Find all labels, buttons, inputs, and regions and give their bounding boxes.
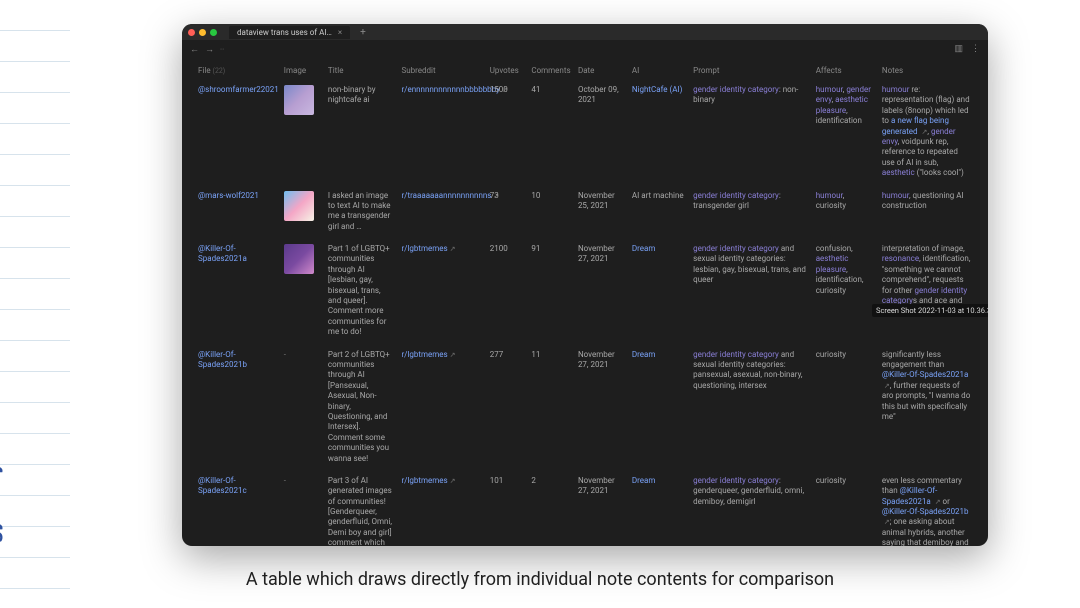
subreddit-link[interactable]: r/lgbtmemes [401, 476, 447, 485]
external-link-icon: ↗ [493, 192, 499, 200]
subreddit-link[interactable]: r/ennnnnnnnnnnnbbbbbbby [401, 85, 499, 94]
affects-cell: humour, curiosity [812, 185, 878, 239]
date-cell: November 27, 2021 [574, 344, 628, 470]
comments-cell: 11 [527, 344, 574, 470]
th-date[interactable]: Date [574, 62, 628, 79]
table-row: @shroomfarmer22021 non-binary by nightca… [194, 79, 976, 185]
minimize-icon[interactable] [199, 29, 206, 36]
th-file[interactable]: File (22) [194, 62, 280, 79]
ai-link[interactable]: Dream [632, 476, 656, 485]
notes-cell: interpretation of image, resonance, iden… [878, 238, 976, 344]
nav-forward-icon[interactable]: → [205, 44, 214, 55]
comments-cell: 41 [527, 79, 574, 185]
subreddit-link[interactable]: r/lgbtmemes [401, 244, 447, 253]
upvotes-cell: 2100 [486, 238, 528, 344]
thumbnail-image[interactable] [284, 85, 314, 115]
title-cell: I asked an image to text AI to make me a… [324, 185, 398, 239]
paper-background [0, 0, 70, 608]
date-cell: November 27, 2021 [574, 470, 628, 546]
notes-cell: even less commentary than @Killer-Of-Spa… [878, 470, 976, 546]
table-header-row: File (22) Image Title Subreddit Upvotes … [194, 62, 976, 79]
notes-cell: humour, questioning AI construction [878, 185, 976, 239]
date-cell: November 25, 2021 [574, 185, 628, 239]
titlebar: dataview trans uses of AI… × + [182, 24, 988, 40]
close-icon[interactable] [188, 29, 195, 36]
th-prompt[interactable]: Prompt [689, 62, 812, 79]
tab-active[interactable]: dataview trans uses of AI… × [229, 26, 350, 39]
nav-back-icon[interactable]: ← [190, 44, 199, 55]
panel-toggle-icon[interactable]: ▥ [954, 44, 963, 54]
title-cell: Part 3 of AI generated images of communi… [324, 470, 398, 546]
no-image: - [284, 350, 286, 359]
affects-cell: confusion, aesthetic pleasure, identific… [812, 238, 878, 344]
upvotes-cell: 101 [486, 470, 528, 546]
short-url-label: rb.gy/294ym [0, 443, 4, 570]
prompt-cell: gender identity category: genderqueer, g… [689, 470, 812, 546]
ai-link[interactable]: Dream [632, 244, 656, 253]
notes-cell: humour re: representation (flag) and lab… [878, 79, 976, 185]
tab-title: dataview trans uses of AI… [237, 28, 332, 37]
note-title: ·· [214, 45, 230, 54]
ai-link[interactable]: NightCafe (AI) [632, 85, 683, 94]
external-link-icon: ↗ [450, 477, 456, 485]
upvotes-cell: 277 [486, 344, 528, 470]
th-subreddit[interactable]: Subreddit [397, 62, 485, 79]
th-ai[interactable]: AI [628, 62, 689, 79]
maximize-icon[interactable] [210, 29, 217, 36]
upvotes-cell: 73 [486, 185, 528, 239]
upvotes-cell: 1500 [486, 79, 528, 185]
file-link[interactable]: @Killer-Of-Spades2021b [198, 350, 247, 369]
affects-cell: curiosity [812, 344, 878, 470]
comments-cell: 10 [527, 185, 574, 239]
thumbnail-image[interactable] [284, 191, 314, 221]
affects-cell: curiosity [812, 470, 878, 546]
hover-tooltip: Screen Shot 2022-11-03 at 10.36.30.png [872, 304, 988, 317]
table-row: @Killer-Of-Spades2021c - Part 3 of AI ge… [194, 470, 976, 546]
dataview-table: File (22) Image Title Subreddit Upvotes … [194, 62, 976, 546]
file-link[interactable]: @mars-wolf2021 [198, 191, 259, 200]
title-cell: non-binary by nightcafe ai [324, 79, 398, 185]
tab-close-icon[interactable]: × [338, 28, 342, 37]
new-tab-button[interactable]: + [360, 27, 366, 38]
subreddit-link[interactable]: r/lgbtmemes [401, 350, 447, 359]
external-link-icon: ↗ [450, 245, 456, 253]
table-row: @Killer-Of-Spades2021b - Part 2 of LGBTQ… [194, 344, 976, 470]
figure-caption: A table which draws directly from indivi… [0, 569, 1080, 590]
table-row: @mars-wolf2021 I asked an image to text … [194, 185, 976, 239]
file-link[interactable]: @shroomfarmer22021 [198, 85, 279, 94]
th-image[interactable]: Image [280, 62, 324, 79]
comments-cell: 2 [527, 470, 574, 546]
th-title[interactable]: Title [324, 62, 398, 79]
ai-link[interactable]: Dream [632, 350, 656, 359]
file-link[interactable]: @Killer-Of-Spades2021a [198, 244, 247, 263]
external-link-icon: ↗ [450, 351, 456, 359]
ai-text: AI art machine [632, 191, 684, 200]
th-comments[interactable]: Comments [527, 62, 574, 79]
toolbar: ← → ·· ▥ ⋮ [182, 40, 988, 58]
more-icon[interactable]: ⋮ [971, 44, 980, 54]
title-cell: Part 1 of LGBTQ+ communities through AI … [324, 238, 398, 344]
no-image: - [284, 476, 286, 485]
prompt-cell: gender identity category and sexual iden… [689, 238, 812, 344]
title-cell: Part 2 of LGBTQ+ communities through AI … [324, 344, 398, 470]
table-row: @Killer-Of-Spades2021a Part 1 of LGBTQ+ … [194, 238, 976, 344]
th-upvotes[interactable]: Upvotes [486, 62, 528, 79]
notes-cell: significantly less engagement than @Kill… [878, 344, 976, 470]
app-window: dataview trans uses of AI… × + ← → ·· ▥ … [182, 24, 988, 546]
th-affects[interactable]: Affects [812, 62, 878, 79]
subreddit-link[interactable]: r/traaaaaaannnnnnnnnns [401, 191, 491, 200]
prompt-cell: gender identity category: non-binary [689, 79, 812, 185]
file-link[interactable]: @Killer-Of-Spades2021c [198, 476, 247, 495]
prompt-cell: gender identity category: transgender gi… [689, 185, 812, 239]
prompt-cell: gender identity category and sexual iden… [689, 344, 812, 470]
comments-cell: 91 [527, 238, 574, 344]
th-notes[interactable]: Notes [878, 62, 976, 79]
dataview-table-container: File (22) Image Title Subreddit Upvotes … [182, 58, 988, 546]
date-cell: November 27, 2021 [574, 238, 628, 344]
date-cell: October 09, 2021 [574, 79, 628, 185]
thumbnail-image[interactable] [284, 244, 314, 274]
affects-cell: humour, gender envy, aesthetic pleasure,… [812, 79, 878, 185]
external-link-icon: ↗ [502, 86, 508, 94]
